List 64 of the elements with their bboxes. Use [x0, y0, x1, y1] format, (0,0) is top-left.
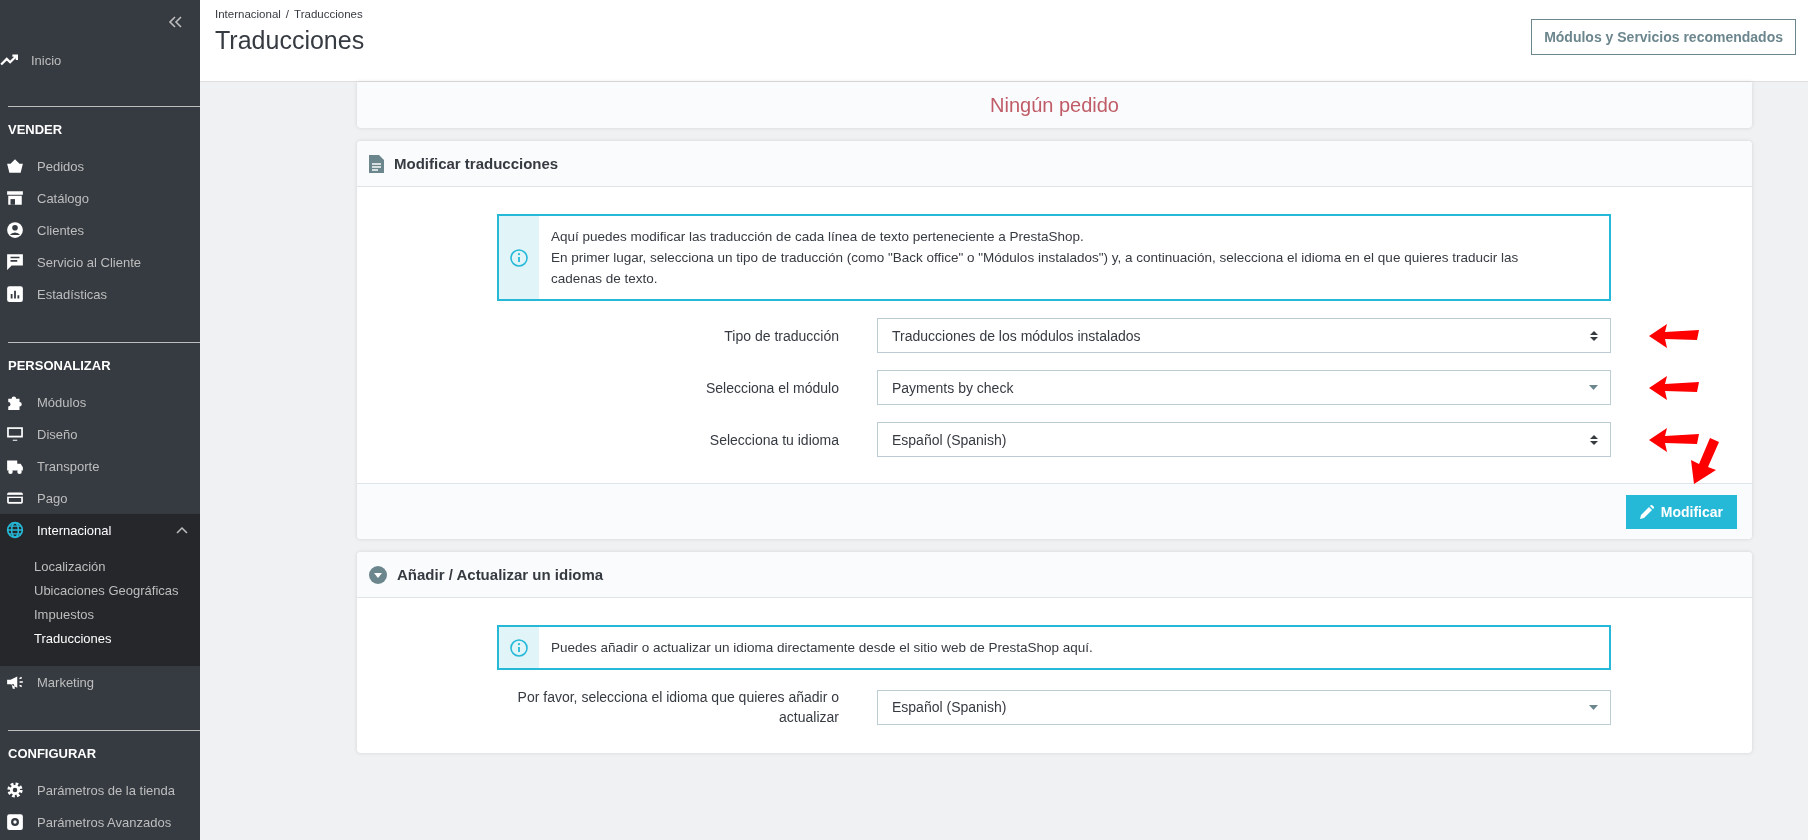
user-icon	[6, 221, 24, 239]
monitor-icon	[6, 425, 24, 443]
info-icon	[510, 248, 528, 267]
sidebar-item[interactable]: Pedidos	[0, 150, 200, 182]
sidebar-item[interactable]: Clientes	[0, 214, 200, 246]
breadcrumb-link[interactable]: Internacional	[215, 8, 281, 20]
breadcrumb-link[interactable]: Traducciones	[294, 8, 363, 20]
gear-icon	[6, 781, 24, 799]
submenu-item[interactable]: Impuestos	[34, 603, 200, 627]
caret-icon	[1589, 704, 1598, 710]
section-heading: PERSONALIZAR	[8, 357, 112, 375]
sidebar-item[interactable]: Marketing	[0, 666, 200, 698]
sidebar-item[interactable]: Pago	[0, 482, 200, 514]
sidebar-item[interactable]: Parámetros Avanzados	[0, 806, 200, 838]
annotation-arrow	[1649, 374, 1699, 401]
sidebar-item[interactable]: Inicio	[0, 44, 200, 76]
info-text: Puedes añadir o actualizar un idioma directamente desde el sitio web de PrestaShop aquí.	[551, 639, 1093, 657]
sidebar-item[interactable]: Diseño	[0, 418, 200, 450]
breadcrumb-separator: /	[285, 8, 290, 20]
card-icon	[6, 489, 24, 507]
gear-box-icon	[6, 813, 24, 831]
annotation-arrow	[1649, 322, 1699, 349]
info-text: En primer lugar, selecciona un tipo de traducción (como "Back office" o "Módulos instalados") y, a continuación, selecciona el idioma en el que quieres traducir las cadenas de texto.	[551, 249, 1520, 288]
sidebar-item[interactable]: Estadísticas	[0, 278, 200, 310]
pencil-icon	[1639, 504, 1654, 519]
select-field[interactable]: Español (Spanish)	[877, 689, 1611, 725]
truck-icon	[6, 457, 24, 475]
select-field[interactable]: Payments by check	[877, 370, 1611, 405]
document-icon	[369, 154, 384, 173]
select-field[interactable]: Traducciones de los módulos instalados	[877, 318, 1611, 353]
info-icon	[510, 638, 528, 657]
submenu-item[interactable]: Traducciones	[34, 627, 200, 651]
chart-icon	[6, 285, 24, 303]
field-label: Tipo de traducción	[723, 326, 839, 346]
sort-icon	[1590, 433, 1598, 446]
section-heading: CONFIGURAR	[8, 745, 98, 763]
panel-title: Añadir / Actualizar un idioma	[397, 566, 604, 583]
sidebar-item[interactable]: Módulos	[0, 386, 200, 418]
globe-icon	[6, 521, 24, 539]
sort-icon	[1590, 329, 1598, 342]
sidebar-item[interactable]: Transporte	[0, 450, 200, 482]
sidebar-item[interactable]: Servicio al Cliente	[0, 246, 200, 278]
chat-icon	[6, 253, 24, 271]
select-field[interactable]: Español (Spanish)	[877, 422, 1611, 457]
info-text: Aquí puedes modificar las traducción de cada línea de texto perteneciente a PrestaShop.	[551, 228, 1085, 246]
submenu-item[interactable]: Localización	[34, 555, 200, 579]
store-icon	[6, 189, 24, 207]
panel-title: Modificar traducciones	[394, 155, 559, 172]
sidebar-item[interactable]: Parámetros de la tienda	[0, 774, 200, 806]
section-heading: VENDER	[8, 121, 64, 139]
chevron-icon[interactable]	[176, 526, 188, 534]
caret-icon	[1589, 385, 1598, 390]
field-label: Por favor, selecciona el idioma que quieres añadir o actualizar	[516, 688, 839, 727]
empty-message: Ningún pedido	[990, 93, 1119, 117]
field-label: Selecciona tu idioma	[708, 430, 839, 450]
submenu-item[interactable]: Ubicaciones Geográficas	[34, 579, 200, 603]
collapse-icon[interactable]	[168, 16, 182, 28]
sidebar-item[interactable]: Catálogo	[0, 182, 200, 214]
page-title: Traducciones	[215, 26, 365, 55]
field-label: Selecciona el módulo	[704, 378, 839, 398]
collapse-toggle-icon[interactable]	[369, 565, 387, 584]
sidebar-item[interactable]: Internacional	[0, 514, 200, 546]
recommended-modules-button[interactable]: Módulos y Servicios recomendados	[1531, 18, 1796, 55]
basket-icon	[6, 157, 24, 175]
